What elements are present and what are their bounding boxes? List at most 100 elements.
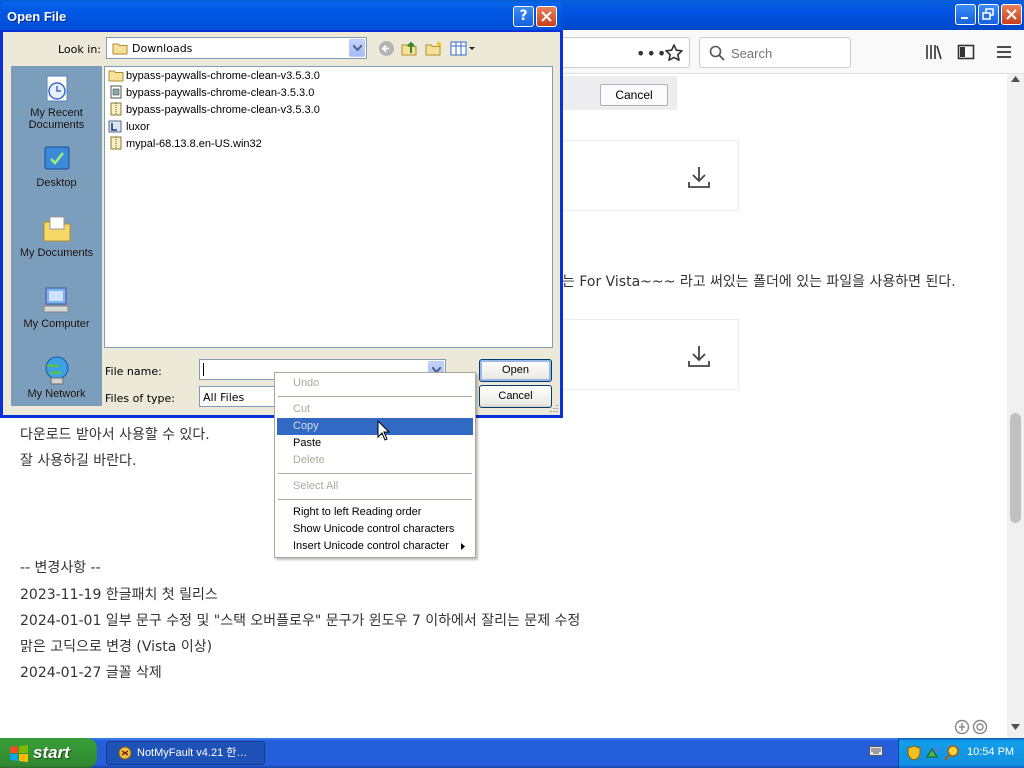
dialog-titlebar[interactable]: Open File ? xyxy=(0,2,563,30)
changelog-item: 2023-11-19 한글패치 첫 릴리스 xyxy=(20,587,218,603)
menu-item-paste[interactable]: Paste xyxy=(277,435,473,452)
page-actions-menu-icon[interactable]: ••• xyxy=(636,44,667,63)
notmyfault-app-icon xyxy=(118,746,132,760)
places-bar: My Recent Documents Desktop My Documents… xyxy=(11,66,102,406)
changelog-item: 2024-01-27 글꼴 삭제 xyxy=(20,665,162,681)
folder-icon xyxy=(112,43,128,55)
place-my-network[interactable]: My Network xyxy=(12,354,101,400)
browser-close-button[interactable] xyxy=(1001,4,1022,25)
my-documents-icon xyxy=(43,216,70,242)
page-scrollbar[interactable] xyxy=(1007,74,1024,738)
file-item[interactable]: bypass-paywalls-chrome-clean-3.5.3.0 xyxy=(108,85,314,102)
scroll-up-arrow-icon[interactable] xyxy=(1011,76,1020,82)
changelog-item: 맑은 고딕으로 변경 (Vista 이상) xyxy=(20,639,213,655)
dialog-title: Open File xyxy=(7,9,67,24)
files-of-type-label: Files of type: xyxy=(105,392,176,405)
download-card[interactable] xyxy=(555,319,739,390)
place-desktop[interactable]: Desktop xyxy=(12,143,101,189)
file-name: mypal-68.13.8.en-US.win32 xyxy=(126,138,262,150)
scrollbar-thumb[interactable] xyxy=(1010,413,1021,523)
menu-item-delete[interactable]: Delete xyxy=(277,452,473,469)
page-text-enjoy: 잘 사용하길 바란다. xyxy=(20,453,137,469)
file-item[interactable]: bypass-paywalls-chrome-clean-v3.5.3.0 xyxy=(108,102,320,119)
download-icon xyxy=(688,167,710,188)
keyboard-icon[interactable] xyxy=(869,745,883,757)
page-corner-icons[interactable] xyxy=(954,719,988,735)
cancel-button[interactable]: Cancel xyxy=(479,385,552,408)
file-name: bypass-paywalls-chrome-clean-3.5.3.0 xyxy=(126,87,315,99)
mouse-cursor-icon xyxy=(377,420,390,441)
place-my-computer[interactable]: My Computer xyxy=(12,284,101,330)
my-computer-icon xyxy=(43,287,68,313)
new-folder-icon[interactable] xyxy=(425,40,443,57)
help-button[interactable]: ? xyxy=(513,6,534,27)
menu-separator xyxy=(278,396,472,397)
up-folder-icon[interactable] xyxy=(401,40,418,57)
sidebar-icon[interactable] xyxy=(957,43,975,61)
open-file-dialog: Open File ? Look in: Downloads My Recent… xyxy=(0,2,563,418)
file-list[interactable]: bypass-paywalls-chrome-clean-v3.5.3.0 by… xyxy=(104,66,553,348)
menu-item-copy[interactable]: Copy xyxy=(277,418,473,435)
look-in-label: Look in: xyxy=(58,43,101,56)
search-tray-icon[interactable] xyxy=(944,745,960,761)
windows-logo-icon xyxy=(10,745,28,762)
search-placeholder: Search xyxy=(731,46,773,61)
menu-item-select-all[interactable]: Select All xyxy=(277,478,473,495)
menu-item-label: Insert Unicode control character xyxy=(293,540,449,552)
submenu-arrow-icon xyxy=(461,543,465,550)
place-label: My Documents xyxy=(19,247,94,259)
scroll-down-arrow-icon[interactable] xyxy=(1011,724,1020,730)
menu-separator xyxy=(278,473,472,474)
library-icon[interactable] xyxy=(925,43,943,61)
security-shield-icon[interactable] xyxy=(907,745,921,761)
changelog-item: 2024-01-01 일부 문구 수정 및 "스택 오버플로우" 문구가 윈도우… xyxy=(20,613,581,629)
chevron-down-icon[interactable] xyxy=(349,39,365,57)
file-name: bypass-paywalls-chrome-clean-v3.5.3.0 xyxy=(126,70,320,82)
my-network-icon xyxy=(45,356,68,385)
changelog-header: -- 변경사항 -- xyxy=(20,560,101,576)
menu-item-rtl-reading-order[interactable]: Right to left Reading order xyxy=(277,504,473,521)
restore-button[interactable] xyxy=(978,4,999,25)
files-of-type-value: All Files xyxy=(203,391,245,404)
start-label: start xyxy=(33,743,70,762)
menu-separator xyxy=(278,499,472,500)
back-icon[interactable] xyxy=(378,40,395,57)
search-input[interactable]: Search xyxy=(699,37,851,68)
file-item[interactable]: luxor xyxy=(108,119,150,136)
search-icon xyxy=(709,45,725,61)
system-clock: 10:54 PM xyxy=(967,746,1015,758)
taskbar-item-label: NotMyFault v4.21 한… xyxy=(137,747,248,759)
file-item[interactable]: mypal-68.13.8.en-US.win32 xyxy=(108,136,262,153)
taskbar-item-notmyfault[interactable]: NotMyFault v4.21 한… xyxy=(106,741,265,765)
start-button[interactable]: start xyxy=(0,738,97,768)
menu-item-insert-unicode-control[interactable]: Insert Unicode control character xyxy=(277,538,473,555)
page-text-vista: 는 For Vista~~~ 라고 써있는 폴더에 있는 파일을 사용하면 된다… xyxy=(562,274,956,290)
place-label: Desktop xyxy=(36,177,77,189)
resize-grip-icon[interactable] xyxy=(548,403,558,413)
file-name: bypass-paywalls-chrome-clean-v3.5.3.0 xyxy=(126,104,320,116)
zip-icon xyxy=(110,136,122,150)
file-item[interactable]: bypass-paywalls-chrome-clean-v3.5.3.0 xyxy=(108,68,320,85)
hamburger-menu-icon[interactable] xyxy=(996,43,1012,61)
files-of-type-dropdown[interactable]: All Files xyxy=(199,386,276,407)
menu-item-undo[interactable]: Undo xyxy=(277,375,473,392)
system-tray: 10:54 PM xyxy=(898,738,1024,768)
luxor-icon xyxy=(108,120,122,133)
file-name: luxor xyxy=(126,121,150,133)
view-menu-icon[interactable] xyxy=(450,40,476,57)
look-in-dropdown[interactable]: Downloads xyxy=(106,37,367,59)
place-my-recent-documents[interactable]: My Recent Documents xyxy=(12,73,101,131)
minimize-button[interactable] xyxy=(955,4,976,25)
menu-item-show-unicode-control[interactable]: Show Unicode control characters xyxy=(277,521,473,538)
folder-icon xyxy=(108,70,124,82)
page-text-download: 다운로드 받아서 사용할 수 있다. xyxy=(20,427,210,443)
open-button[interactable]: Open xyxy=(479,359,552,382)
dialog-close-button[interactable] xyxy=(536,6,557,27)
edit-context-menu: Undo Cut Copy Paste Delete Select All Ri… xyxy=(274,372,476,558)
bookmark-star-icon[interactable] xyxy=(664,43,684,63)
notification-cancel-button[interactable]: Cancel xyxy=(600,84,668,106)
menu-item-cut[interactable]: Cut xyxy=(277,401,473,418)
place-my-documents[interactable]: My Documents xyxy=(12,213,101,259)
network-tray-icon[interactable] xyxy=(925,745,941,761)
download-card[interactable] xyxy=(555,140,739,211)
